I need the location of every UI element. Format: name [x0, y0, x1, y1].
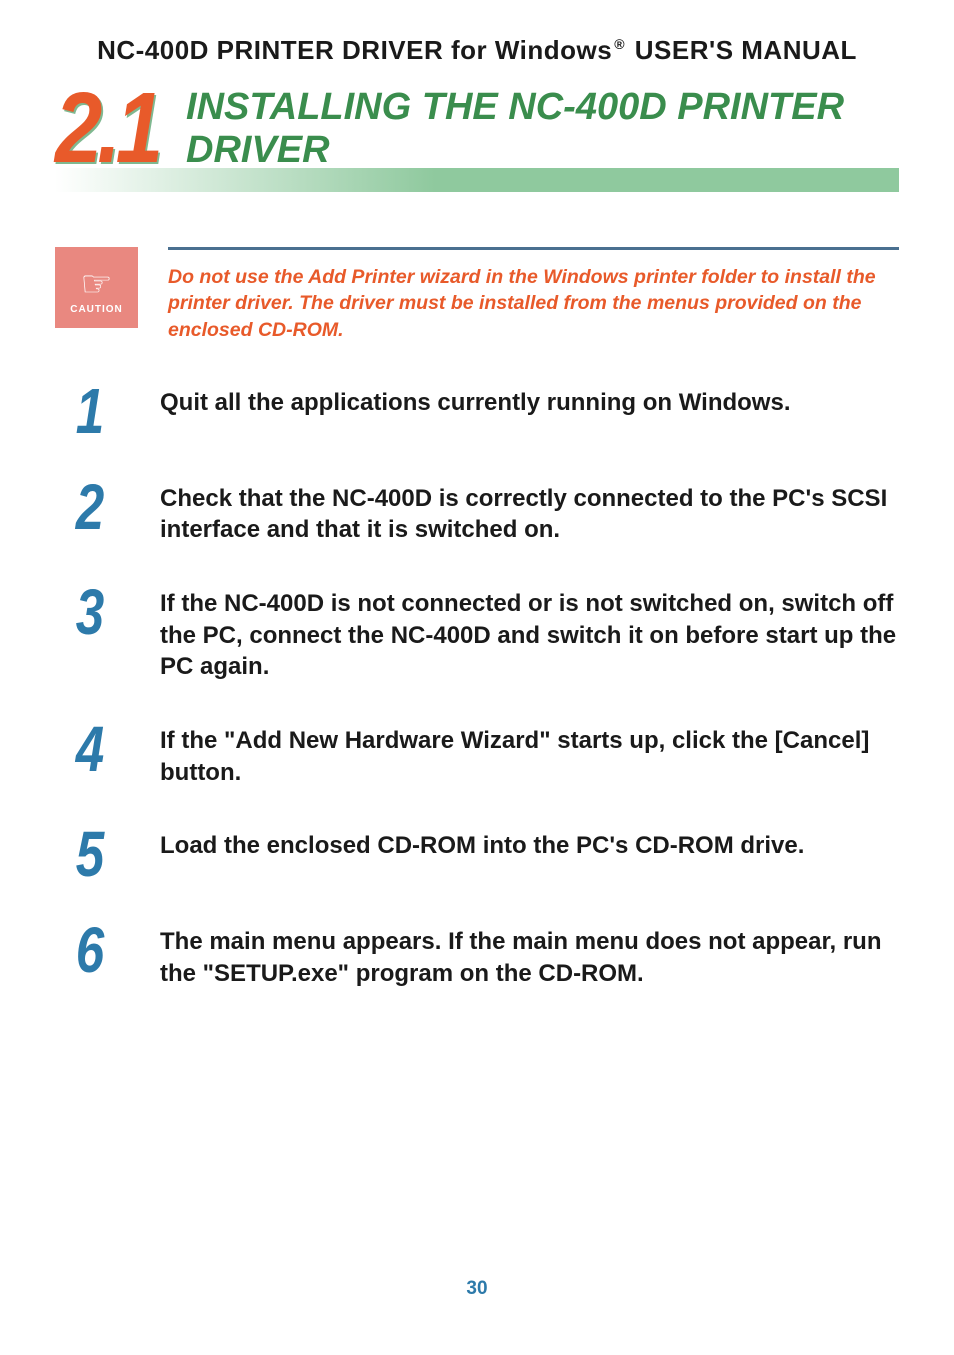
pointing-hand-icon: ☞ [80, 266, 112, 302]
step-text: If the NC-400D is not connected or is no… [160, 584, 899, 683]
header-gradient-bar [55, 168, 899, 192]
step-number: 2 [62, 479, 118, 537]
step-text: Quit all the applications currently runn… [160, 383, 899, 419]
caution-divider [168, 247, 899, 250]
caution-row: ☞ CAUTION Do not use the Add Printer wiz… [55, 247, 899, 343]
step-row: 4 If the "Add New Hardware Wizard" start… [55, 721, 899, 788]
caution-text: Do not use the Add Printer wizard in the… [168, 264, 899, 343]
step-number: 4 [62, 721, 118, 779]
steps-list: 1 Quit all the applications currently ru… [55, 383, 899, 989]
step-row: 6 The main menu appears. If the main men… [55, 922, 899, 989]
header-prefix: NC-400D PRINTER DRIVER for Windows [97, 35, 612, 65]
section-title: INSTALLING THE NC-400D PRINTER DRIVER [186, 86, 899, 172]
step-row: 5 Load the enclosed CD-ROM into the PC's… [55, 826, 899, 884]
step-row: 3 If the NC-400D is not connected or is … [55, 584, 899, 683]
header-suffix: USER'S MANUAL [627, 35, 857, 65]
caution-content: Do not use the Add Printer wizard in the… [168, 247, 899, 343]
step-text: Load the enclosed CD-ROM into the PC's C… [160, 826, 899, 862]
page-number: 30 [0, 1278, 954, 1300]
step-text: The main menu appears. If the main menu … [160, 922, 899, 989]
step-number: 1 [62, 383, 118, 441]
step-row: 1 Quit all the applications currently ru… [55, 383, 899, 441]
document-header: NC-400D PRINTER DRIVER for Windows® USER… [55, 35, 899, 66]
step-text: Check that the NC-400D is correctly conn… [160, 479, 899, 546]
caution-label: CAUTION [70, 304, 123, 315]
caution-box: ☞ CAUTION [55, 247, 138, 328]
step-row: 2 Check that the NC-400D is correctly co… [55, 479, 899, 546]
step-number: 5 [62, 826, 118, 884]
registered-mark: ® [614, 36, 625, 52]
step-text: If the "Add New Hardware Wizard" starts … [160, 721, 899, 788]
section-number: 2.1 [55, 71, 158, 186]
step-number: 6 [62, 922, 118, 980]
step-number: 3 [62, 584, 118, 642]
